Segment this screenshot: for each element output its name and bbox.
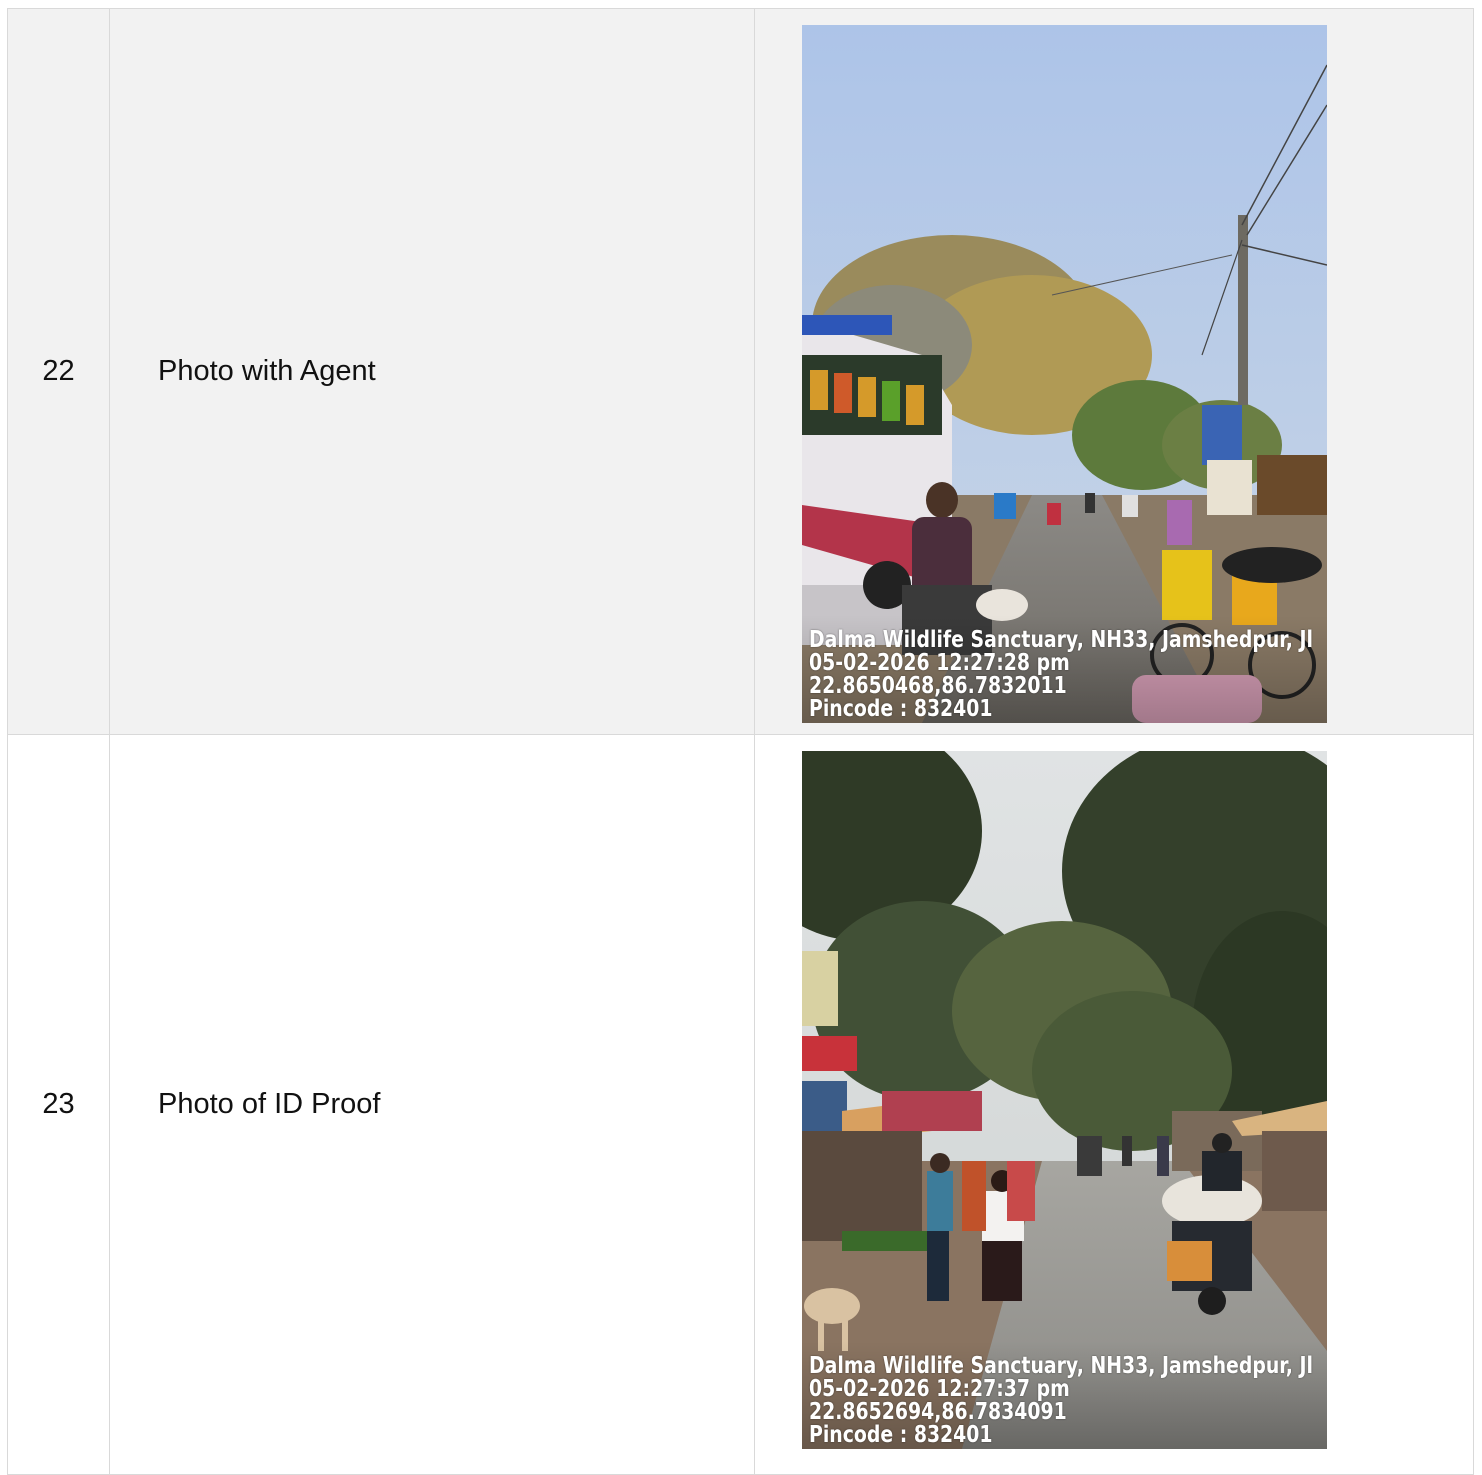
row-label: Photo of ID Proof — [110, 735, 755, 1474]
geo-stamp: Dalma Wildlife Sanctuary, NH33, Jamshedp… — [809, 1353, 1314, 1448]
table-row: 22 Photo with Agent Dalma Wildlife Sanct… — [8, 9, 1474, 735]
stamp-location: Dalma Wildlife Sanctuary, NH33, Jamshedp… — [809, 627, 1314, 653]
stamp-coordinates: 22.8650468,86.7832011 — [809, 673, 1067, 699]
table-row: 23 Photo of ID Proof Dalma Wildlife Sanc… — [8, 735, 1474, 1475]
geo-stamp: Dalma Wildlife Sanctuary, NH33, Jamshedp… — [809, 627, 1314, 722]
stamp-location: Dalma Wildlife Sanctuary, NH33, Jamshedp… — [809, 1353, 1314, 1379]
row-number: 23 — [8, 735, 110, 1474]
row-number: 22 — [8, 9, 110, 734]
photo-cell: Dalma Wildlife Sanctuary, NH33, Jamshedp… — [755, 735, 1474, 1474]
row-label: Photo with Agent — [110, 9, 755, 734]
stamp-datetime: 05-02-2026 12:27:28 pm — [809, 650, 1070, 676]
stamp-pincode: Pincode : 832401 — [809, 1422, 993, 1448]
agent-photo[interactable]: Dalma Wildlife Sanctuary, NH33, Jamshedp… — [802, 25, 1327, 723]
data-table: 22 Photo with Agent Dalma Wildlife Sanct… — [7, 8, 1474, 1475]
id-proof-photo[interactable]: Dalma Wildlife Sanctuary, NH33, Jamshedp… — [802, 751, 1327, 1449]
stamp-datetime: 05-02-2026 12:27:37 pm — [809, 1376, 1070, 1402]
photo-cell: Dalma Wildlife Sanctuary, NH33, Jamshedp… — [755, 9, 1474, 734]
stamp-pincode: Pincode : 832401 — [809, 696, 993, 722]
stamp-coordinates: 22.8652694,86.7834091 — [809, 1399, 1067, 1425]
